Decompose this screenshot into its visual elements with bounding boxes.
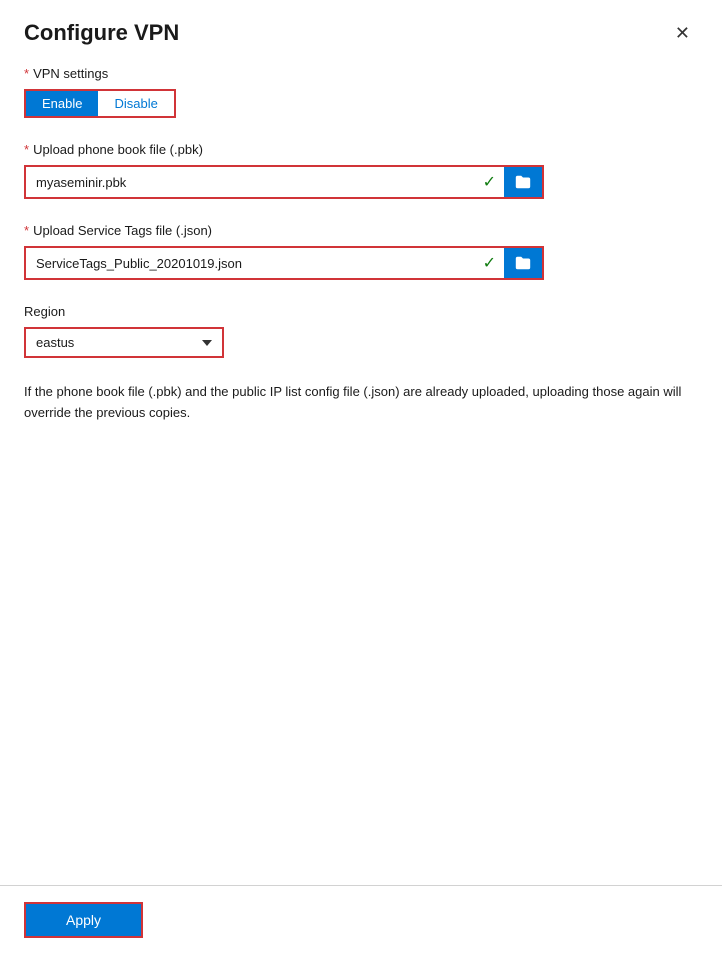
dialog-title: Configure VPN: [24, 20, 179, 46]
dialog-header: Configure VPN ✕: [0, 0, 722, 56]
phone-book-browse-button[interactable]: [504, 167, 542, 197]
vpn-settings-label-text: VPN settings: [33, 66, 108, 81]
service-tags-input[interactable]: [26, 250, 475, 277]
service-tags-label: * Upload Service Tags file (.json): [24, 223, 698, 238]
service-tags-check-icon: ✓: [475, 253, 504, 273]
close-button[interactable]: ✕: [667, 20, 698, 46]
vpn-toggle-group: Enable Disable: [24, 89, 176, 118]
configure-vpn-dialog: Configure VPN ✕ * VPN settings Enable Di…: [0, 0, 722, 954]
disable-button[interactable]: Disable: [98, 91, 173, 116]
service-tags-required-star: *: [24, 223, 29, 238]
info-text: If the phone book file (.pbk) and the pu…: [24, 382, 698, 424]
folder-icon: [514, 254, 532, 272]
phone-book-group: * Upload phone book file (.pbk) ✓: [24, 142, 698, 199]
service-tags-group: * Upload Service Tags file (.json) ✓: [24, 223, 698, 280]
vpn-settings-group: * VPN settings Enable Disable: [24, 66, 698, 118]
phone-book-label-text: Upload phone book file (.pbk): [33, 142, 203, 157]
dialog-footer: Apply: [0, 885, 722, 954]
phone-book-label: * Upload phone book file (.pbk): [24, 142, 698, 157]
enable-button[interactable]: Enable: [26, 91, 98, 116]
service-tags-label-text: Upload Service Tags file (.json): [33, 223, 212, 238]
region-group: Region eastus westus eastus2 westus2 cen…: [24, 304, 698, 358]
phone-book-required-star: *: [24, 142, 29, 157]
region-label-text: Region: [24, 304, 65, 319]
folder-icon: [514, 173, 532, 191]
vpn-settings-label: * VPN settings: [24, 66, 698, 81]
service-tags-browse-button[interactable]: [504, 248, 542, 278]
service-tags-file-row: ✓: [24, 246, 544, 280]
region-select[interactable]: eastus westus eastus2 westus2 centralus: [24, 327, 224, 358]
phone-book-input[interactable]: [26, 169, 475, 196]
phone-book-file-row: ✓: [24, 165, 544, 199]
phone-book-check-icon: ✓: [475, 172, 504, 192]
apply-button[interactable]: Apply: [24, 902, 143, 938]
region-label: Region: [24, 304, 698, 319]
dialog-body: * VPN settings Enable Disable * Upload p…: [0, 56, 722, 885]
vpn-settings-required-star: *: [24, 66, 29, 81]
